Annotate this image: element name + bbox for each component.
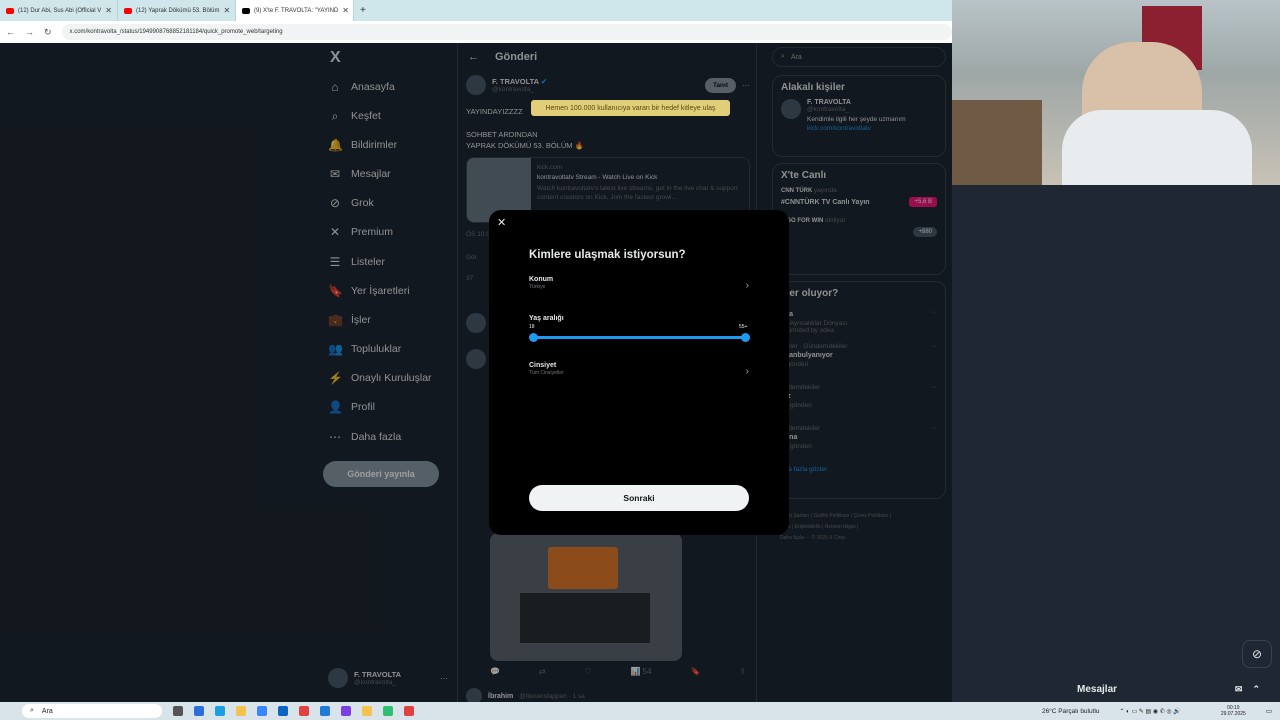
messages-drawer[interactable]: Mesajlar ✉ ⌃	[1067, 676, 1272, 702]
forward-icon[interactable]: →	[25, 27, 34, 37]
app-icon[interactable]	[362, 706, 372, 716]
age-max-label: 55+	[739, 324, 748, 330]
grok-floating-button[interactable]: ⊘	[1242, 640, 1272, 668]
browser-tab-1[interactable]: (12) Dur Abi, Sus Abi (Official V ✕	[0, 0, 118, 21]
tab-title: (12) Yaprak Dökümü 53. Bölüm	[136, 7, 220, 14]
youtube-icon	[124, 7, 132, 14]
app-icon[interactable]	[383, 706, 393, 716]
close-icon[interactable]: ✕	[223, 6, 230, 15]
browser-tab-2[interactable]: (12) Yaprak Dökümü 53. Bölüm ✕	[118, 0, 236, 21]
promote-tooltip: Hemen 100.000 kullanıcıya varan bir hede…	[531, 100, 730, 116]
age-max-handle[interactable]	[741, 333, 750, 342]
targeting-modal: ✕ Kimlere ulaşmak istiyorsun? Konum Türk…	[489, 210, 789, 535]
reload-icon[interactable]: ↻	[44, 27, 52, 38]
grok-icon: ⊘	[1251, 647, 1263, 661]
store-icon[interactable]	[257, 706, 267, 716]
close-icon[interactable]: ✕	[342, 6, 349, 15]
messages-drawer-title: Mesajlar	[1077, 683, 1118, 695]
app-icon[interactable]	[194, 706, 204, 716]
setting-value: Tüm Cinsiyetler	[529, 370, 564, 376]
setting-label: Konum	[529, 276, 554, 283]
new-tab-button[interactable]: +	[360, 5, 366, 16]
background-shelf	[952, 100, 1042, 185]
gender-setting[interactable]: Cinsiyet Tüm Cinsiyetler ›	[529, 362, 749, 382]
person-shirt	[1062, 110, 1252, 185]
search-icon: ⌕	[30, 707, 34, 714]
browser-tab-strip: (12) Dur Abi, Sus Abi (Official V ✕ (12)…	[0, 0, 952, 21]
age-range-label: Yaş aralığı	[529, 315, 564, 322]
outlook-icon[interactable]	[278, 706, 288, 716]
os-taskbar: ⌕ Ara 26°C Parçalı bulutlu ⌃ ◐ ▭ ✎ ▤ ◉ ✆…	[0, 702, 1280, 720]
modal-backdrop[interactable]	[0, 43, 952, 702]
chevron-right-icon: ›	[745, 366, 749, 377]
close-icon[interactable]: ✕	[497, 216, 506, 229]
next-button[interactable]: Sonraki	[529, 485, 749, 511]
browser-tab-3[interactable]: (9) X'te F. TRAVOLTA: "YAYIND ✕	[236, 0, 354, 21]
clock[interactable]: 00:19 29.07.2025	[1221, 705, 1246, 718]
setting-value: Türkiye	[529, 284, 546, 290]
taskbar-search-input[interactable]: ⌕ Ara	[22, 704, 162, 718]
webcam-overlay	[952, 0, 1280, 185]
address-bar[interactable]: x.com/kontravolta_/status/19499087688521…	[61, 24, 952, 40]
chevron-right-icon: ›	[745, 280, 749, 291]
chevron-up-icon[interactable]: ⌃	[1252, 684, 1260, 695]
notification-icon[interactable]: ▭	[1266, 707, 1272, 715]
youtube-icon	[6, 7, 14, 14]
x-icon	[242, 7, 250, 14]
setting-label: Cinsiyet	[529, 362, 557, 369]
modal-title: Kimlere ulaşmak istiyorsun?	[529, 249, 686, 261]
new-message-icon[interactable]: ✉	[1235, 684, 1243, 695]
task-view-icon[interactable]	[173, 706, 183, 716]
location-setting[interactable]: Konum Türkiye ›	[529, 276, 749, 296]
age-range-slider[interactable]	[533, 336, 745, 339]
close-icon[interactable]: ✕	[105, 6, 112, 15]
chrome-icon[interactable]	[404, 706, 414, 716]
back-icon[interactable]: ←	[6, 27, 15, 37]
tab-title: (12) Dur Abi, Sus Abi (Official V	[18, 7, 102, 14]
browser-toolbar: ← → ↻ x.com/kontravolta_/status/19499087…	[0, 21, 952, 43]
app-icon[interactable]	[341, 706, 351, 716]
url-text: x.com/kontravolta_/status/19499087688521…	[69, 29, 283, 35]
file-explorer-icon[interactable]	[236, 706, 246, 716]
app-icon[interactable]	[320, 706, 330, 716]
chrome-icon[interactable]	[299, 706, 309, 716]
edge-icon[interactable]	[215, 706, 225, 716]
age-min-label: 18	[529, 324, 535, 330]
system-tray-icons[interactable]: ⌃ ◐ ▭ ✎ ▤ ◉ ✆ ◎ 🔊	[1119, 708, 1180, 715]
weather-status[interactable]: 26°C Parçalı bulutlu	[1042, 708, 1100, 715]
taskbar-search-placeholder: Ara	[41, 707, 53, 715]
age-min-handle[interactable]	[529, 333, 538, 342]
tab-title: (9) X'te F. TRAVOLTA: "YAYIND	[254, 7, 339, 14]
